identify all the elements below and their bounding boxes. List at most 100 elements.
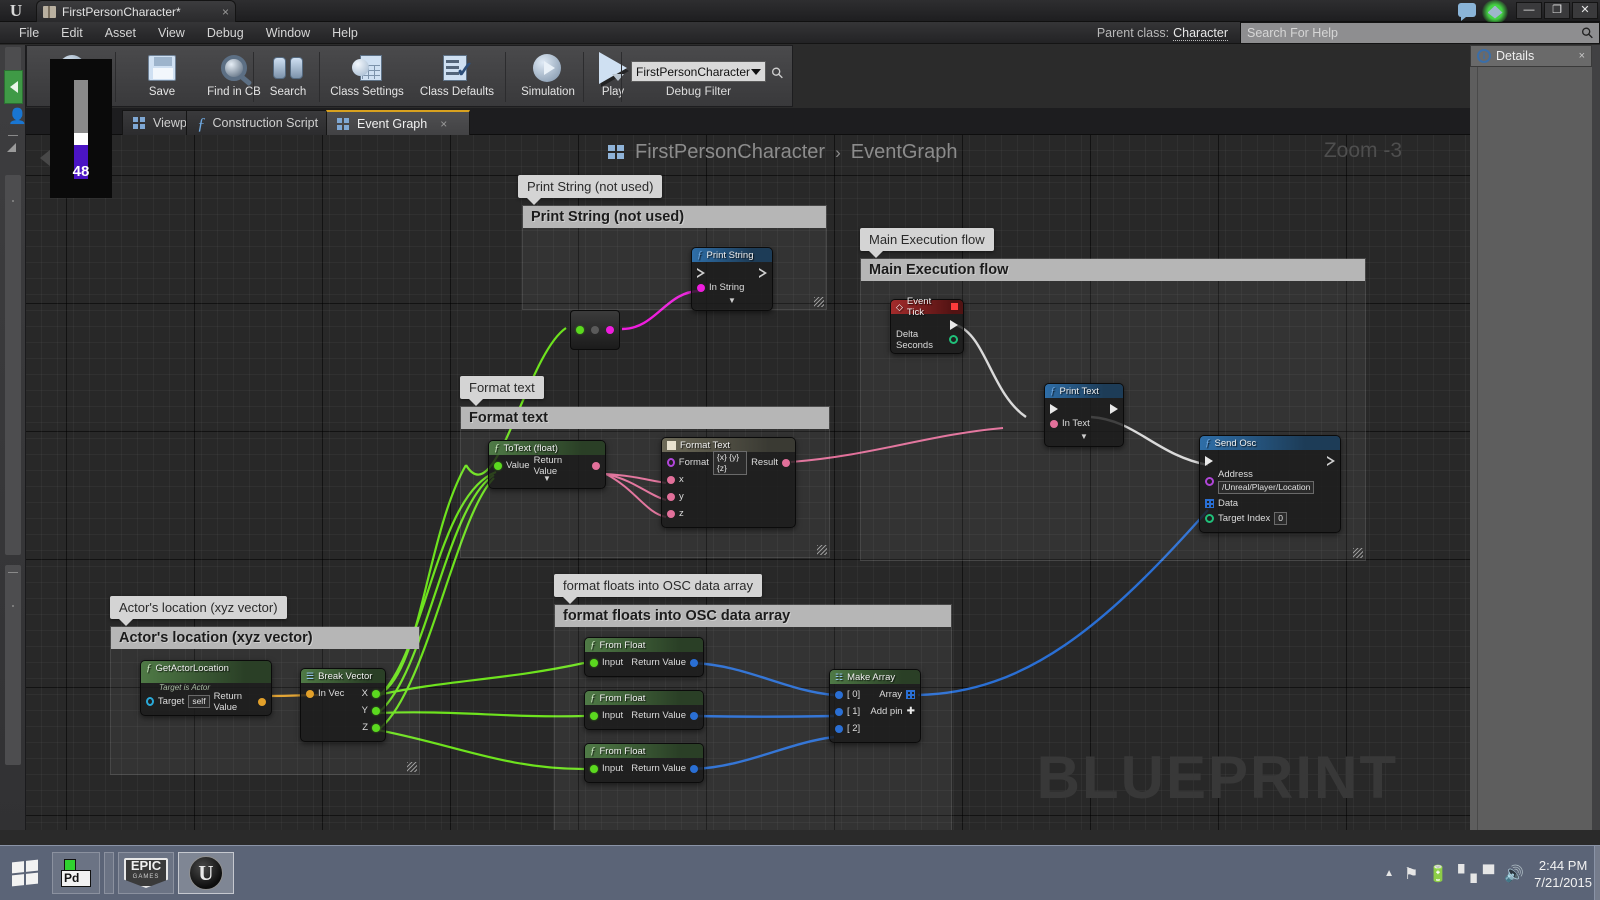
node-print-string[interactable]: ƒ Print String In String ▼ — [691, 247, 773, 311]
start-button[interactable] — [4, 850, 46, 896]
result-pin[interactable] — [782, 458, 790, 467]
event-delegate-pin[interactable] — [951, 302, 958, 313]
details-tab[interactable]: i Details × — [1470, 45, 1592, 67]
menu-item-edit[interactable]: Edit — [50, 22, 94, 44]
node-print-text[interactable]: ƒ Print Text In Text ▼ — [1044, 383, 1124, 447]
arg-y-pin[interactable] — [667, 492, 675, 501]
menu-item-window[interactable]: Window — [255, 22, 321, 44]
show-hidden-icons-chevron-up-icon[interactable]: ▲ — [1384, 868, 1394, 879]
out-x-pin[interactable] — [372, 689, 380, 698]
exec-out-pin[interactable] — [950, 319, 958, 330]
address-pin[interactable] — [1205, 477, 1214, 486]
signal-icon[interactable]: ▘▖▀ — [1458, 864, 1494, 884]
debug-filter-combo[interactable]: FirstPersonCharacter — [631, 61, 766, 82]
class-settings-button[interactable]: Class Settings — [319, 48, 415, 106]
target-index-pin[interactable] — [1205, 514, 1214, 523]
document-tab-close-icon[interactable]: × — [222, 5, 229, 19]
volume-icon[interactable]: 🔊 — [1504, 864, 1524, 884]
expand-chevron-down-icon[interactable]: ▼ — [697, 296, 767, 305]
arg-z-pin[interactable] — [667, 509, 675, 518]
search-button[interactable]: Search — [257, 48, 319, 106]
epic-launcher-orb-icon[interactable] — [1482, 0, 1508, 24]
details-tab-close-icon[interactable]: × — [1579, 50, 1585, 62]
node-get-actor-location[interactable]: ƒ GetActorLocation Target is Actor Targe… — [140, 660, 272, 716]
add-pin-plus-icon[interactable]: ✚ — [907, 706, 915, 717]
exec-out-pin[interactable] — [1110, 403, 1118, 414]
out-z-pin[interactable] — [372, 723, 380, 732]
play-in-editor-strip-icon[interactable] — [4, 70, 23, 104]
index-1-pin[interactable] — [835, 707, 843, 716]
return-value-pin[interactable] — [690, 658, 698, 667]
target-value-field[interactable]: self — [188, 695, 210, 708]
value-pin[interactable] — [494, 461, 502, 470]
resize-handle[interactable] — [817, 545, 827, 555]
event-graph-canvas[interactable]: FirstPersonCharacter › EventGraph Zoom -… — [26, 135, 1470, 830]
simulation-button[interactable]: Simulation — [509, 48, 587, 106]
return-value-pin[interactable] — [690, 711, 698, 720]
strip-handle-low[interactable] — [5, 565, 21, 765]
help-search-box[interactable]: Search For Help ⚲ — [1240, 22, 1600, 44]
input-pin[interactable] — [590, 658, 598, 667]
return-value-pin[interactable] — [592, 461, 600, 470]
play-options-chevron-down-icon[interactable] — [612, 74, 624, 81]
input-pin[interactable] — [590, 764, 598, 773]
breadcrumb-graph[interactable]: EventGraph — [851, 141, 958, 164]
return-value-pin[interactable] — [690, 764, 698, 773]
target-pin[interactable] — [146, 697, 154, 706]
array-out-pin[interactable] — [906, 690, 915, 699]
target-index-value-field[interactable]: 0 — [1274, 512, 1288, 525]
exec-in-pin[interactable] — [1050, 403, 1058, 414]
tab-event-graph-close-icon[interactable]: × — [440, 117, 447, 131]
input-pin[interactable] — [590, 711, 598, 720]
node-reroute-knot[interactable] — [570, 310, 620, 350]
battery-icon[interactable]: 🔋 — [1428, 864, 1448, 884]
resize-handle[interactable] — [814, 297, 824, 307]
out-y-pin[interactable] — [372, 706, 380, 715]
node-from-float-3[interactable]: ƒ From Float Input Return Value — [584, 743, 704, 783]
node-make-array[interactable]: ☷ Make Array [ 0] Array [ 1] Add pin ✚ [… — [829, 669, 921, 743]
close-button[interactable]: ✕ — [1572, 2, 1598, 19]
character-strip-icon[interactable]: 👤 — [8, 109, 27, 129]
menu-item-asset[interactable]: Asset — [94, 22, 147, 44]
return-value-pin[interactable] — [258, 697, 266, 706]
in-vec-pin[interactable] — [306, 689, 314, 698]
comment-group-print-string[interactable]: Print String (not used) — [522, 205, 827, 310]
resize-handle[interactable] — [1353, 548, 1363, 558]
clock[interactable]: 2:44 PM 7/21/2015 — [1534, 857, 1592, 891]
class-defaults-button[interactable]: ✓ Class Defaults — [409, 48, 505, 106]
reroute-out-pin[interactable] — [606, 326, 614, 334]
exec-out-pin[interactable] — [759, 267, 767, 278]
epic-games-taskbar-button[interactable]: EPIC GAMES — [118, 852, 174, 894]
menu-item-file[interactable]: File — [8, 22, 50, 44]
parent-class-value[interactable]: Character — [1173, 26, 1228, 41]
in-text-pin[interactable] — [1050, 419, 1058, 428]
maximize-button[interactable]: ❐ — [1544, 2, 1570, 19]
address-value-field[interactable]: /Unreal/Player/Location — [1218, 481, 1315, 494]
chat-bubble-icon[interactable] — [1458, 3, 1476, 21]
menu-item-help[interactable]: Help — [321, 22, 369, 44]
network-error-icon[interactable]: ⚑ — [1404, 864, 1418, 884]
node-format-text[interactable]: Format Text Format {x} {y} {z} Result x — [661, 437, 796, 528]
strip-handle-mid[interactable] — [5, 175, 21, 555]
index-0-pin[interactable] — [835, 690, 843, 699]
exec-in-pin[interactable] — [697, 267, 705, 278]
node-break-vector[interactable]: ☰ Break Vector In Vec X Y Z — [300, 668, 386, 742]
menu-item-debug[interactable]: Debug — [196, 22, 255, 44]
node-event-tick[interactable]: ◇ Event Tick Delta Seconds — [890, 296, 964, 354]
show-desktop-button[interactable] — [1594, 846, 1600, 900]
tab-event-graph[interactable]: Event Graph × — [326, 110, 470, 135]
expand-chevron-down-icon[interactable]: ▼ — [1050, 432, 1118, 441]
delta-seconds-pin[interactable] — [949, 335, 958, 344]
breadcrumb-blueprint[interactable]: FirstPersonCharacter — [635, 141, 825, 164]
node-from-float-2[interactable]: ƒ From Float Input Return Value — [584, 690, 704, 730]
document-tab-firstpersoncharacter[interactable]: FirstPersonCharacter* × — [36, 0, 236, 22]
pd-taskbar-button[interactable]: Pd — [52, 852, 100, 894]
index-2-pin[interactable] — [835, 724, 843, 733]
add-pin-label[interactable]: Add pin — [870, 706, 902, 717]
node-send-osc[interactable]: ƒ Send Osc Address /Unreal/Player/Locati… — [1199, 435, 1341, 533]
exec-out-pin[interactable] — [1327, 455, 1335, 466]
data-array-pin[interactable] — [1205, 499, 1214, 508]
menu-item-view[interactable]: View — [147, 22, 196, 44]
node-totext-float[interactable]: ƒ ToText (float) Value Return Value ▼ — [488, 440, 606, 489]
format-pin[interactable] — [667, 458, 675, 467]
